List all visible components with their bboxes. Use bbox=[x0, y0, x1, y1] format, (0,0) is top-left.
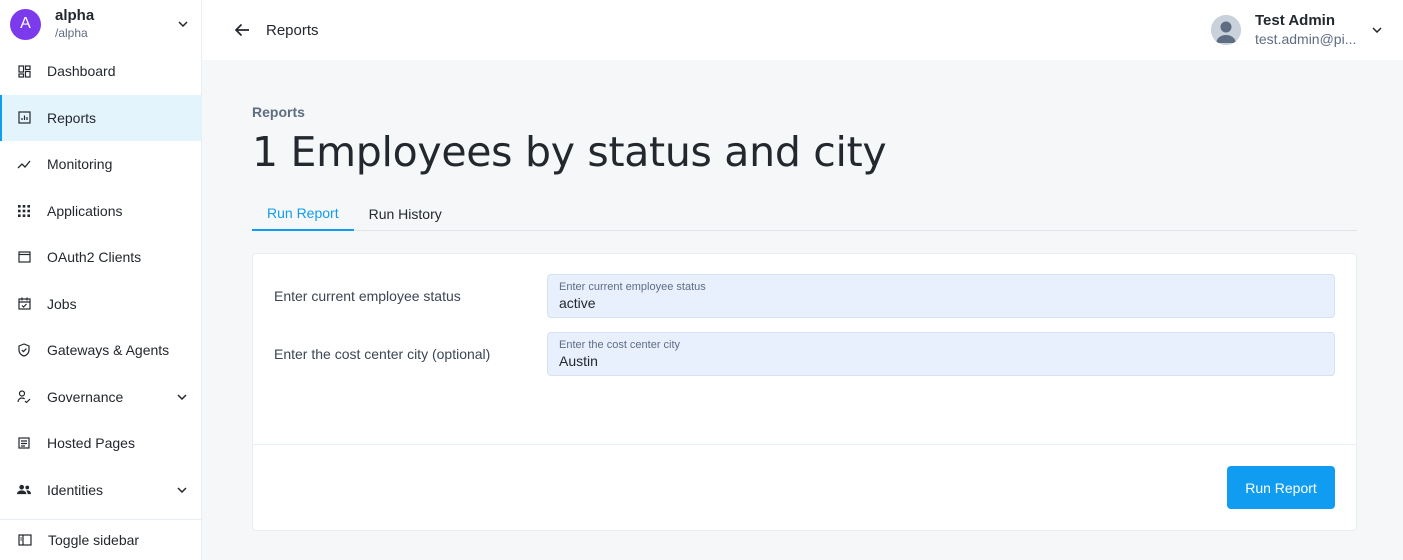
sidebar-item-label: Reports bbox=[47, 109, 97, 126]
realm-avatar: A bbox=[10, 8, 41, 40]
user-menu[interactable]: Test Admin test.admin@pi... bbox=[1211, 0, 1383, 60]
apps-grid-icon bbox=[17, 204, 31, 218]
sidebar-item-governance[interactable]: Governance bbox=[0, 374, 201, 421]
sidebar-item-oauth2-clients[interactable]: OAuth2 Clients bbox=[0, 234, 201, 281]
sidebar-item-hosted-pages[interactable]: Hosted Pages bbox=[0, 420, 201, 467]
realm-path: /alpha bbox=[55, 26, 88, 40]
sidebar-item-label: Monitoring bbox=[47, 156, 113, 173]
sidebar-item-applications[interactable]: Applications bbox=[0, 188, 201, 235]
chevron-down-icon bbox=[177, 18, 189, 30]
tab-run-history[interactable]: Run History bbox=[354, 196, 457, 231]
sidebar: A alpha /alpha Dashboard Reports Monitor… bbox=[0, 0, 202, 560]
sidebar-item-label: Jobs bbox=[47, 295, 77, 312]
sidebar-item-label: Hosted Pages bbox=[47, 435, 135, 452]
back-arrow-icon[interactable] bbox=[232, 20, 252, 40]
header-title: Reports bbox=[266, 21, 319, 39]
card-footer: Run Report bbox=[253, 445, 1356, 531]
report-form-card: Enter current employee status Enter curr… bbox=[252, 253, 1357, 531]
status-label: Enter current employee status bbox=[274, 288, 461, 304]
people-icon bbox=[17, 483, 31, 497]
status-field[interactable]: Enter current employee status bbox=[547, 274, 1335, 318]
breadcrumb: Reports bbox=[252, 104, 305, 120]
shield-icon bbox=[17, 343, 31, 357]
city-label: Enter the cost center city (optional) bbox=[274, 346, 491, 362]
tab-run-report[interactable]: Run Report bbox=[252, 196, 354, 231]
top-header: Reports Test Admin test.admin@pi... bbox=[202, 0, 1403, 60]
sidebar-item-label: Governance bbox=[47, 388, 124, 405]
dashboard-icon bbox=[17, 64, 31, 78]
main-content: Reports 1 Employees by status and city R… bbox=[252, 60, 1357, 531]
calendar-icon bbox=[17, 297, 31, 311]
city-field-placeholder: Enter the cost center city bbox=[559, 339, 681, 351]
sidebar-item-reports[interactable]: Reports bbox=[0, 94, 201, 141]
avatar bbox=[1211, 15, 1241, 45]
sidebar-item-label: OAuth2 Clients bbox=[47, 249, 142, 266]
sidebar-item-monitoring[interactable]: Monitoring bbox=[0, 141, 201, 188]
user-email: test.admin@pi... bbox=[1255, 31, 1357, 47]
sidebar-toggle-icon bbox=[18, 533, 33, 547]
page-title: 1 Employees by status and city bbox=[252, 128, 887, 176]
user-name: Test Admin bbox=[1255, 12, 1336, 29]
governance-icon bbox=[17, 390, 31, 404]
run-report-button[interactable]: Run Report bbox=[1227, 466, 1335, 509]
toggle-sidebar-label: Toggle sidebar bbox=[48, 532, 140, 548]
sidebar-item-identities[interactable]: Identities bbox=[0, 467, 201, 514]
form-body: Enter current employee status Enter curr… bbox=[253, 254, 1356, 445]
sidebar-item-label: Dashboard bbox=[47, 63, 116, 80]
status-field-placeholder: Enter current employee status bbox=[559, 281, 706, 293]
form-row-city: Enter the cost center city (optional) En… bbox=[274, 332, 1335, 376]
toggle-sidebar-button[interactable]: Toggle sidebar bbox=[0, 519, 201, 560]
sidebar-item-label: Identities bbox=[47, 481, 104, 498]
city-field[interactable]: Enter the cost center city bbox=[547, 332, 1335, 376]
reports-icon bbox=[17, 111, 31, 125]
chevron-down-icon bbox=[176, 484, 188, 496]
realm-name: alpha bbox=[55, 7, 95, 24]
sidebar-item-label: Applications bbox=[47, 202, 123, 219]
sidebar-nav: Dashboard Reports Monitoring Application… bbox=[0, 48, 201, 513]
status-input[interactable] bbox=[559, 294, 1323, 312]
page-icon bbox=[17, 436, 31, 450]
realm-switcher[interactable]: A alpha /alpha bbox=[0, 0, 201, 48]
city-input[interactable] bbox=[559, 352, 1323, 370]
form-row-status: Enter current employee status Enter curr… bbox=[274, 274, 1335, 318]
window-icon bbox=[17, 250, 31, 264]
chevron-down-icon bbox=[176, 391, 188, 403]
chevron-down-icon bbox=[1371, 24, 1383, 36]
monitoring-icon bbox=[17, 157, 31, 171]
tab-bar: Run Report Run History bbox=[252, 196, 1357, 231]
sidebar-item-jobs[interactable]: Jobs bbox=[0, 281, 201, 328]
sidebar-item-dashboard[interactable]: Dashboard bbox=[0, 48, 201, 95]
sidebar-item-label: Gateways & Agents bbox=[47, 342, 170, 359]
sidebar-item-gateways-agents[interactable]: Gateways & Agents bbox=[0, 327, 201, 374]
